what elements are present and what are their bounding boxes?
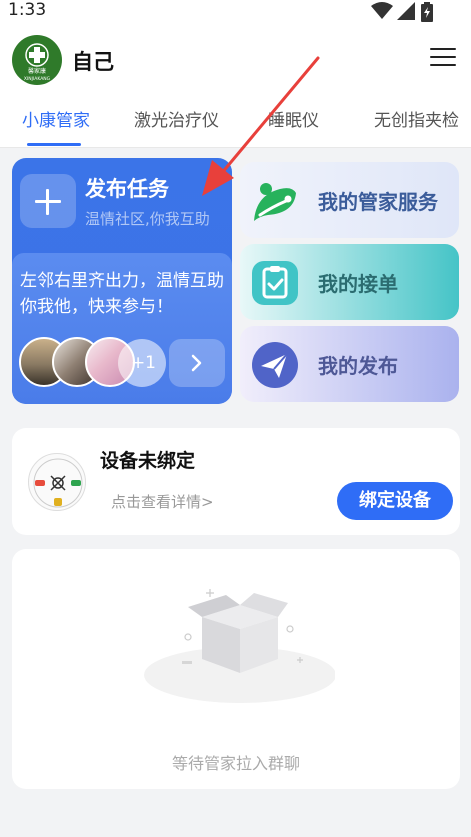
active-tab-indicator — [27, 143, 81, 146]
wifi-icon — [371, 2, 393, 19]
publish-title: 发布任务 — [85, 177, 169, 201]
service-label: 我的管家服务 — [318, 190, 438, 214]
page-title: 自己 — [72, 50, 114, 74]
signal-icon — [397, 2, 415, 20]
community-description: 左邻右里齐出力，温情互助你我他，快来参与！ — [20, 271, 224, 317]
my-posts-card[interactable]: 我的发布 — [240, 326, 459, 402]
chevron-right-icon — [191, 354, 202, 372]
status-bar: 1:33 — [0, 0, 471, 26]
next-button[interactable] — [169, 339, 225, 387]
device-status-title: 设备未绑定 — [100, 450, 196, 472]
service-label: 我的接单 — [318, 272, 398, 296]
plus-icon[interactable] — [20, 174, 76, 228]
group-chat-empty-card: 等待管家拉入群聊 — [12, 549, 460, 789]
device-dial-icon — [33, 458, 83, 508]
empty-state-message: 等待管家拉入群聊 — [171, 754, 300, 773]
tab-finger-clip-monitor[interactable]: 无创指夹检 — [374, 106, 459, 131]
app-header: 馨家康 XINJIAKANG 自己 — [0, 26, 471, 96]
tab-xiaokang-butler[interactable]: 小康管家 — [22, 106, 90, 131]
community-panel: 左邻右里齐出力，温情互助你我他，快来参与！ +1 — [12, 253, 232, 404]
tab-sleep-device[interactable]: 睡眠仪 — [268, 106, 319, 131]
tab-laser-therapy[interactable]: 激光治疗仪 — [134, 106, 219, 131]
my-butler-service-card[interactable]: 我的管家服务 — [240, 162, 459, 238]
view-details-link[interactable]: 点击查看详情> — [111, 491, 214, 512]
device-image — [28, 453, 86, 511]
more-members-count: +1 — [118, 339, 166, 387]
status-icons — [371, 2, 441, 22]
service-label: 我的发布 — [318, 354, 398, 378]
paper-plane-icon — [252, 342, 298, 388]
device-tabs: 小康管家 激光治疗仪 睡眠仪 无创指夹检 — [0, 96, 471, 148]
device-binding-card: 设备未绑定 点击查看详情> 绑定设备 — [12, 428, 460, 535]
battery-icon — [421, 2, 433, 22]
bind-device-button[interactable]: 绑定设备 — [337, 482, 453, 520]
logo-text: 馨家康 — [28, 67, 46, 75]
publish-subtitle: 温情社区,你我互助 — [85, 210, 210, 228]
logo-subtext: XINJIAKANG — [24, 76, 51, 82]
leaf-icon — [254, 183, 296, 221]
logo-emblem-icon: 馨家康 XINJIAKANG — [24, 43, 51, 82]
hamburger-menu-icon[interactable] — [430, 48, 456, 68]
empty-box-icon — [144, 589, 335, 703]
app-logo: 馨家康 XINJIAKANG — [12, 35, 62, 85]
publish-task-card[interactable]: 发布任务 温情社区,你我互助 左邻右里齐出力，温情互助你我他，快来参与！ +1 — [12, 158, 232, 404]
status-time: 1:33 — [8, 0, 47, 20]
my-orders-card[interactable]: 我的接单 — [240, 244, 459, 320]
clipboard-check-icon — [252, 261, 298, 305]
